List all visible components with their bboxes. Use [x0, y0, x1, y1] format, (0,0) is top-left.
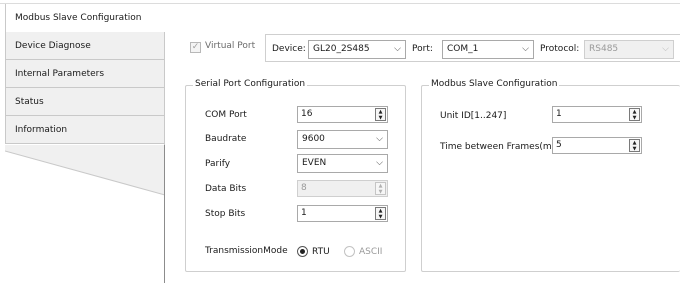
modbus-slave-group-title: Modbus Slave Configuration — [429, 79, 560, 89]
nav-item-label: Status — [15, 97, 44, 107]
unit-id-stepper[interactable]: 1 ▲ ▼ — [552, 106, 642, 123]
data-bits-value: 8 — [301, 183, 307, 193]
ascii-radio[interactable] — [344, 246, 355, 257]
check-icon: ✓ — [191, 42, 200, 52]
parity-label: Parify — [205, 159, 231, 169]
baudrate-dropdown[interactable]: 9600 ⌵ — [297, 130, 388, 149]
spin-buttons[interactable]: ▲ ▼ — [629, 108, 640, 121]
spin-buttons[interactable]: ▲ ▼ — [375, 182, 386, 195]
time-between-frames-value: 5 — [556, 140, 562, 150]
rtu-radio[interactable] — [297, 246, 308, 257]
nav-item-modbus-slave-configuration[interactable]: Modbus Slave Configuration — [5, 4, 680, 32]
nav-item-label: Modbus Slave Configuration — [15, 13, 142, 23]
time-between-frames-label: Time between Frames(ms) — [440, 142, 560, 152]
parity-value: EVEN — [302, 158, 327, 168]
spin-down-icon[interactable]: ▼ — [630, 115, 639, 121]
data-bits-label: Data Bits — [205, 184, 247, 194]
port-value: COM_1 — [447, 44, 479, 54]
baudrate-value: 9600 — [302, 134, 325, 144]
transmission-mode-label: TransmissionMode — [205, 246, 288, 256]
com-port-value: 16 — [301, 109, 313, 119]
device-label: Device: — [272, 44, 306, 54]
device-value: GL20_2S485 — [313, 44, 370, 54]
nav-item-internal-parameters[interactable]: Internal Parameters — [5, 60, 165, 88]
port-label: Port: — [412, 44, 433, 54]
nav-tab-shadow — [5, 145, 165, 196]
unit-id-label: Unit ID[1..247] — [440, 111, 507, 121]
com-port-stepper[interactable]: 16 ▲ ▼ — [297, 106, 388, 123]
stop-bits-stepper[interactable]: 1 ▲ ▼ — [297, 205, 388, 222]
ascii-label: ASCII — [359, 247, 383, 257]
nav-divider — [164, 32, 165, 145]
chevron-down-icon: ⌵ — [376, 158, 383, 168]
spin-down-icon[interactable]: ▼ — [630, 146, 639, 152]
nav-item-information[interactable]: Information — [5, 116, 165, 144]
device-dropdown[interactable]: GL20_2S485 ⌵ — [308, 40, 406, 59]
serial-port-group-title: Serial Port Configuration — [193, 79, 308, 89]
baudrate-label: Baudrate — [205, 134, 247, 144]
rtu-label: RTU — [312, 247, 330, 257]
nav-item-label: Internal Parameters — [15, 69, 105, 79]
port-dropdown[interactable]: COM_1 ⌵ — [442, 40, 534, 59]
time-between-frames-stepper[interactable]: 5 ▲ ▼ — [552, 137, 642, 154]
spin-down-icon[interactable]: ▼ — [376, 115, 385, 121]
parity-dropdown[interactable]: EVEN ⌵ — [297, 154, 388, 173]
protocol-dropdown[interactable]: RS485 ⌵ — [584, 40, 674, 59]
stop-bits-value: 1 — [301, 208, 307, 218]
nav-item-device-diagnose[interactable]: Device Diagnose — [5, 32, 165, 60]
data-bits-stepper[interactable]: 8 ▲ ▼ — [297, 180, 388, 197]
unit-id-value: 1 — [556, 109, 562, 119]
spin-buttons[interactable]: ▲ ▼ — [629, 139, 640, 152]
nav-item-label: Device Diagnose — [15, 41, 91, 51]
protocol-label: Protocol: — [540, 44, 580, 54]
nav-item-label: Information — [15, 125, 68, 135]
spin-down-icon[interactable]: ▼ — [376, 189, 385, 195]
chevron-down-icon: ⌵ — [376, 134, 383, 144]
chevron-down-icon: ⌵ — [662, 44, 669, 54]
nav-item-status[interactable]: Status — [5, 88, 165, 116]
com-port-label: COM Port — [205, 110, 247, 120]
nav-divider-lower — [164, 145, 165, 283]
chevron-down-icon: ⌵ — [394, 44, 401, 54]
chevron-down-icon: ⌵ — [522, 44, 529, 54]
virtual-port-label: Virtual Port — [205, 41, 256, 51]
spin-down-icon[interactable]: ▼ — [376, 214, 385, 220]
spin-buttons[interactable]: ▲ ▼ — [375, 207, 386, 220]
spin-buttons[interactable]: ▲ ▼ — [375, 108, 386, 121]
stop-bits-label: Stop Bits — [205, 209, 246, 219]
protocol-value: RS485 — [589, 44, 619, 54]
virtual-port-checkbox[interactable]: ✓ — [190, 42, 201, 53]
